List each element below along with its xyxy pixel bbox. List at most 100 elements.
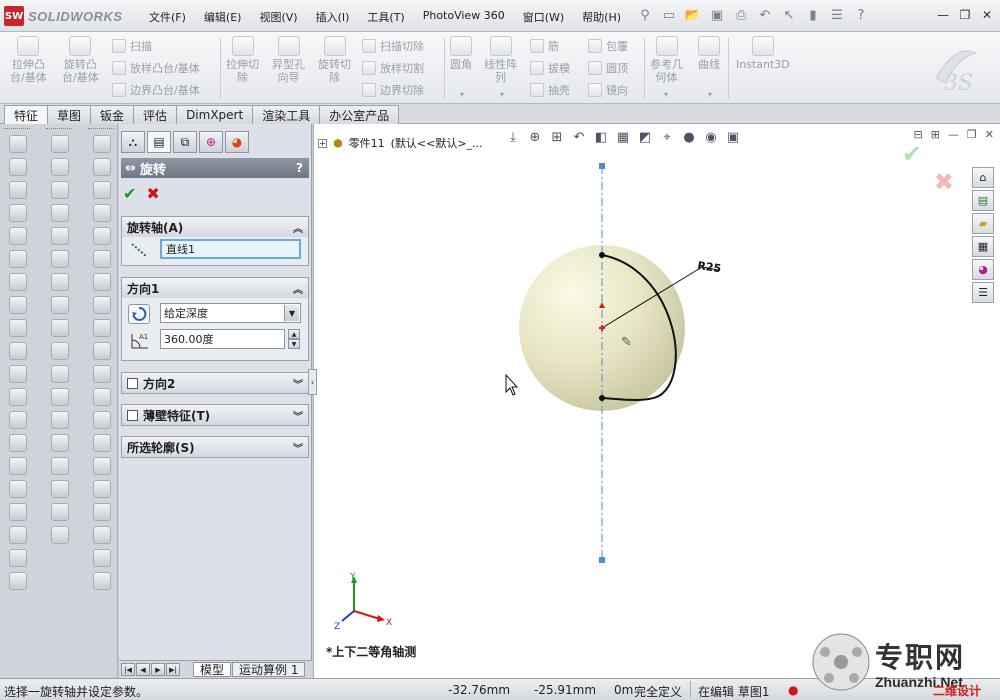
pattern-dropdown-icon[interactable]: ▾ <box>500 90 504 99</box>
arc-endpoint-bottom[interactable] <box>599 395 605 401</box>
radius-dimension-label[interactable]: R25 <box>697 259 722 275</box>
first-tab-icon[interactable]: |◀ <box>121 663 135 676</box>
fillet-button[interactable]: 圆角 <box>450 36 472 71</box>
app-logo[interactable]: SW SOLIDWORKS <box>4 5 123 27</box>
expand-chevron-icon[interactable]: ︾ <box>293 408 303 423</box>
new-document-icon[interactable]: ▭ <box>660 6 678 24</box>
next-tab-icon[interactable]: ▶ <box>151 663 165 676</box>
hole-wizard-button[interactable]: 异型孔 向导 <box>272 36 305 84</box>
tab-features[interactable]: 特征 <box>4 105 49 124</box>
toolbar-tool-icon[interactable] <box>51 480 69 498</box>
prev-tab-icon[interactable]: ◀ <box>136 663 150 676</box>
wrap-button[interactable]: 包覆 <box>588 36 628 56</box>
toolbar-tool-icon[interactable] <box>93 181 111 199</box>
thin-feature-group-header[interactable]: 薄壁特征(T) ︾ <box>122 405 308 425</box>
property-manager-tab-icon[interactable]: ▤ <box>147 131 171 153</box>
toolbar-tool-icon[interactable] <box>9 319 27 337</box>
tab-sheet-metal[interactable]: 钣金 <box>90 105 135 124</box>
instant3d-button[interactable]: Instant3D <box>736 36 790 71</box>
dropdown-arrow-icon[interactable]: ▼ <box>284 305 299 321</box>
curves-dropdown-icon[interactable]: ▾ <box>708 90 712 99</box>
toolbar-tool-icon[interactable] <box>9 457 27 475</box>
options-icon[interactable]: ☰ <box>828 6 846 24</box>
toolbar-tool-icon[interactable] <box>51 273 69 291</box>
sweep-cut-button[interactable]: 扫描切除 <box>362 36 424 56</box>
arc-endpoint-top[interactable] <box>599 252 605 258</box>
undo-icon[interactable]: ↶ <box>756 6 774 24</box>
tab-dimxpert[interactable]: DimXpert <box>176 105 254 124</box>
menu-window[interactable]: 窗口(W) <box>514 8 573 26</box>
toolbar-tool-icon[interactable] <box>93 526 111 544</box>
extrude-boss-button[interactable]: 拉伸凸 台/基体 <box>10 36 47 84</box>
toolbar-tool-icon[interactable] <box>93 135 111 153</box>
toolbar-tool-icon[interactable] <box>51 135 69 153</box>
toolbar-tool-icon[interactable] <box>93 342 111 360</box>
toolbar-tool-icon[interactable] <box>51 181 69 199</box>
axis-endpoint-bottom[interactable] <box>599 557 605 563</box>
linear-pattern-button[interactable]: 线性阵 列 <box>484 36 517 84</box>
collapse-chevron-icon[interactable]: ︽ <box>293 281 303 296</box>
expand-chevron-icon[interactable]: ︾ <box>293 376 303 391</box>
collapse-chevron-icon[interactable]: ︽ <box>293 220 303 235</box>
menu-insert[interactable]: 插入(I) <box>307 8 359 26</box>
selected-contours-group-header[interactable]: 所选轮廓(S) ︾ <box>122 437 308 457</box>
toolbar-grip[interactable] <box>88 128 114 131</box>
draft-button[interactable]: 拔模 <box>530 58 570 78</box>
tab-sketch[interactable]: 草图 <box>47 105 92 124</box>
toolbar-tool-icon[interactable] <box>9 549 27 567</box>
toolbar-grip[interactable] <box>4 128 30 131</box>
toolbar-tool-icon[interactable] <box>51 526 69 544</box>
toolbar-tool-icon[interactable] <box>93 434 111 452</box>
menu-help[interactable]: 帮助(H) <box>573 8 630 26</box>
tab-model[interactable]: 模型 <box>193 662 232 677</box>
angle-spinner[interactable]: ▲ ▼ <box>288 329 300 349</box>
toolbar-tool-icon[interactable] <box>9 250 27 268</box>
toolbar-tool-icon[interactable] <box>9 480 27 498</box>
menu-view[interactable]: 视图(V) <box>250 8 306 26</box>
select-icon[interactable]: ↖ <box>780 6 798 24</box>
axis-selection-input[interactable]: 直线1 <box>160 239 301 259</box>
toolbar-tool-icon[interactable] <box>51 503 69 521</box>
boundary-cut-button[interactable]: 边界切除 <box>362 80 424 100</box>
revolve-cut-button[interactable]: 旋转切 除 <box>318 36 351 84</box>
toolbar-tool-icon[interactable] <box>9 273 27 291</box>
loft-boss-button[interactable]: 放样凸台/基体 <box>112 58 200 78</box>
toolbar-tool-icon[interactable] <box>51 296 69 314</box>
toolbar-tool-icon[interactable] <box>51 227 69 245</box>
extrude-cut-button[interactable]: 拉伸切 除 <box>226 36 259 84</box>
toolbar-tool-icon[interactable] <box>93 503 111 521</box>
save-icon[interactable]: ▣ <box>708 6 726 24</box>
restore-icon[interactable]: ❐ <box>956 7 974 23</box>
toolbar-tool-icon[interactable] <box>51 411 69 429</box>
menu-photoview[interactable]: PhotoView 360 <box>414 8 514 26</box>
toolbar-tool-icon[interactable] <box>93 250 111 268</box>
loft-cut-button[interactable]: 放样切割 <box>362 58 424 78</box>
toolbar-tool-icon[interactable] <box>51 158 69 176</box>
revolve-boss-button[interactable]: 旋转凸 台/基体 <box>62 36 99 84</box>
toolbar-tool-icon[interactable] <box>51 204 69 222</box>
mirror-button[interactable]: 镜向 <box>588 80 628 100</box>
toolbar-tool-icon[interactable] <box>93 480 111 498</box>
feature-manager-tab-icon[interactable]: ⛬ <box>121 131 145 153</box>
toolbar-tool-icon[interactable] <box>9 434 27 452</box>
toolbar-tool-icon[interactable] <box>93 365 111 383</box>
toolbar-tool-icon[interactable] <box>9 181 27 199</box>
tab-evaluate[interactable]: 评估 <box>133 105 178 124</box>
axis-group-header[interactable]: 旋转轴(A) ︽ <box>122 217 308 237</box>
close-icon[interactable]: ✕ <box>978 7 996 23</box>
angle-input[interactable]: 360.00度 <box>160 329 285 349</box>
spin-down-icon[interactable]: ▼ <box>288 339 300 349</box>
configuration-manager-tab-icon[interactable]: ⧉ <box>173 131 197 153</box>
toolbar-tool-icon[interactable] <box>93 388 111 406</box>
toolbar-tool-icon[interactable] <box>51 457 69 475</box>
direction1-group-header[interactable]: 方向1 ︽ <box>122 278 308 298</box>
help-icon[interactable]: ? <box>852 6 870 24</box>
spin-up-icon[interactable]: ▲ <box>288 329 300 339</box>
toolbar-tool-icon[interactable] <box>93 273 111 291</box>
tab-render-tools[interactable]: 渲染工具 <box>252 105 321 124</box>
toolbar-tool-icon[interactable] <box>9 296 27 314</box>
toolbar-grip[interactable] <box>46 128 72 131</box>
sweep-button[interactable]: 扫描 <box>112 36 152 56</box>
menu-tools[interactable]: 工具(T) <box>358 8 413 26</box>
tab-motion-study[interactable]: 运动算例 1 <box>232 662 306 677</box>
